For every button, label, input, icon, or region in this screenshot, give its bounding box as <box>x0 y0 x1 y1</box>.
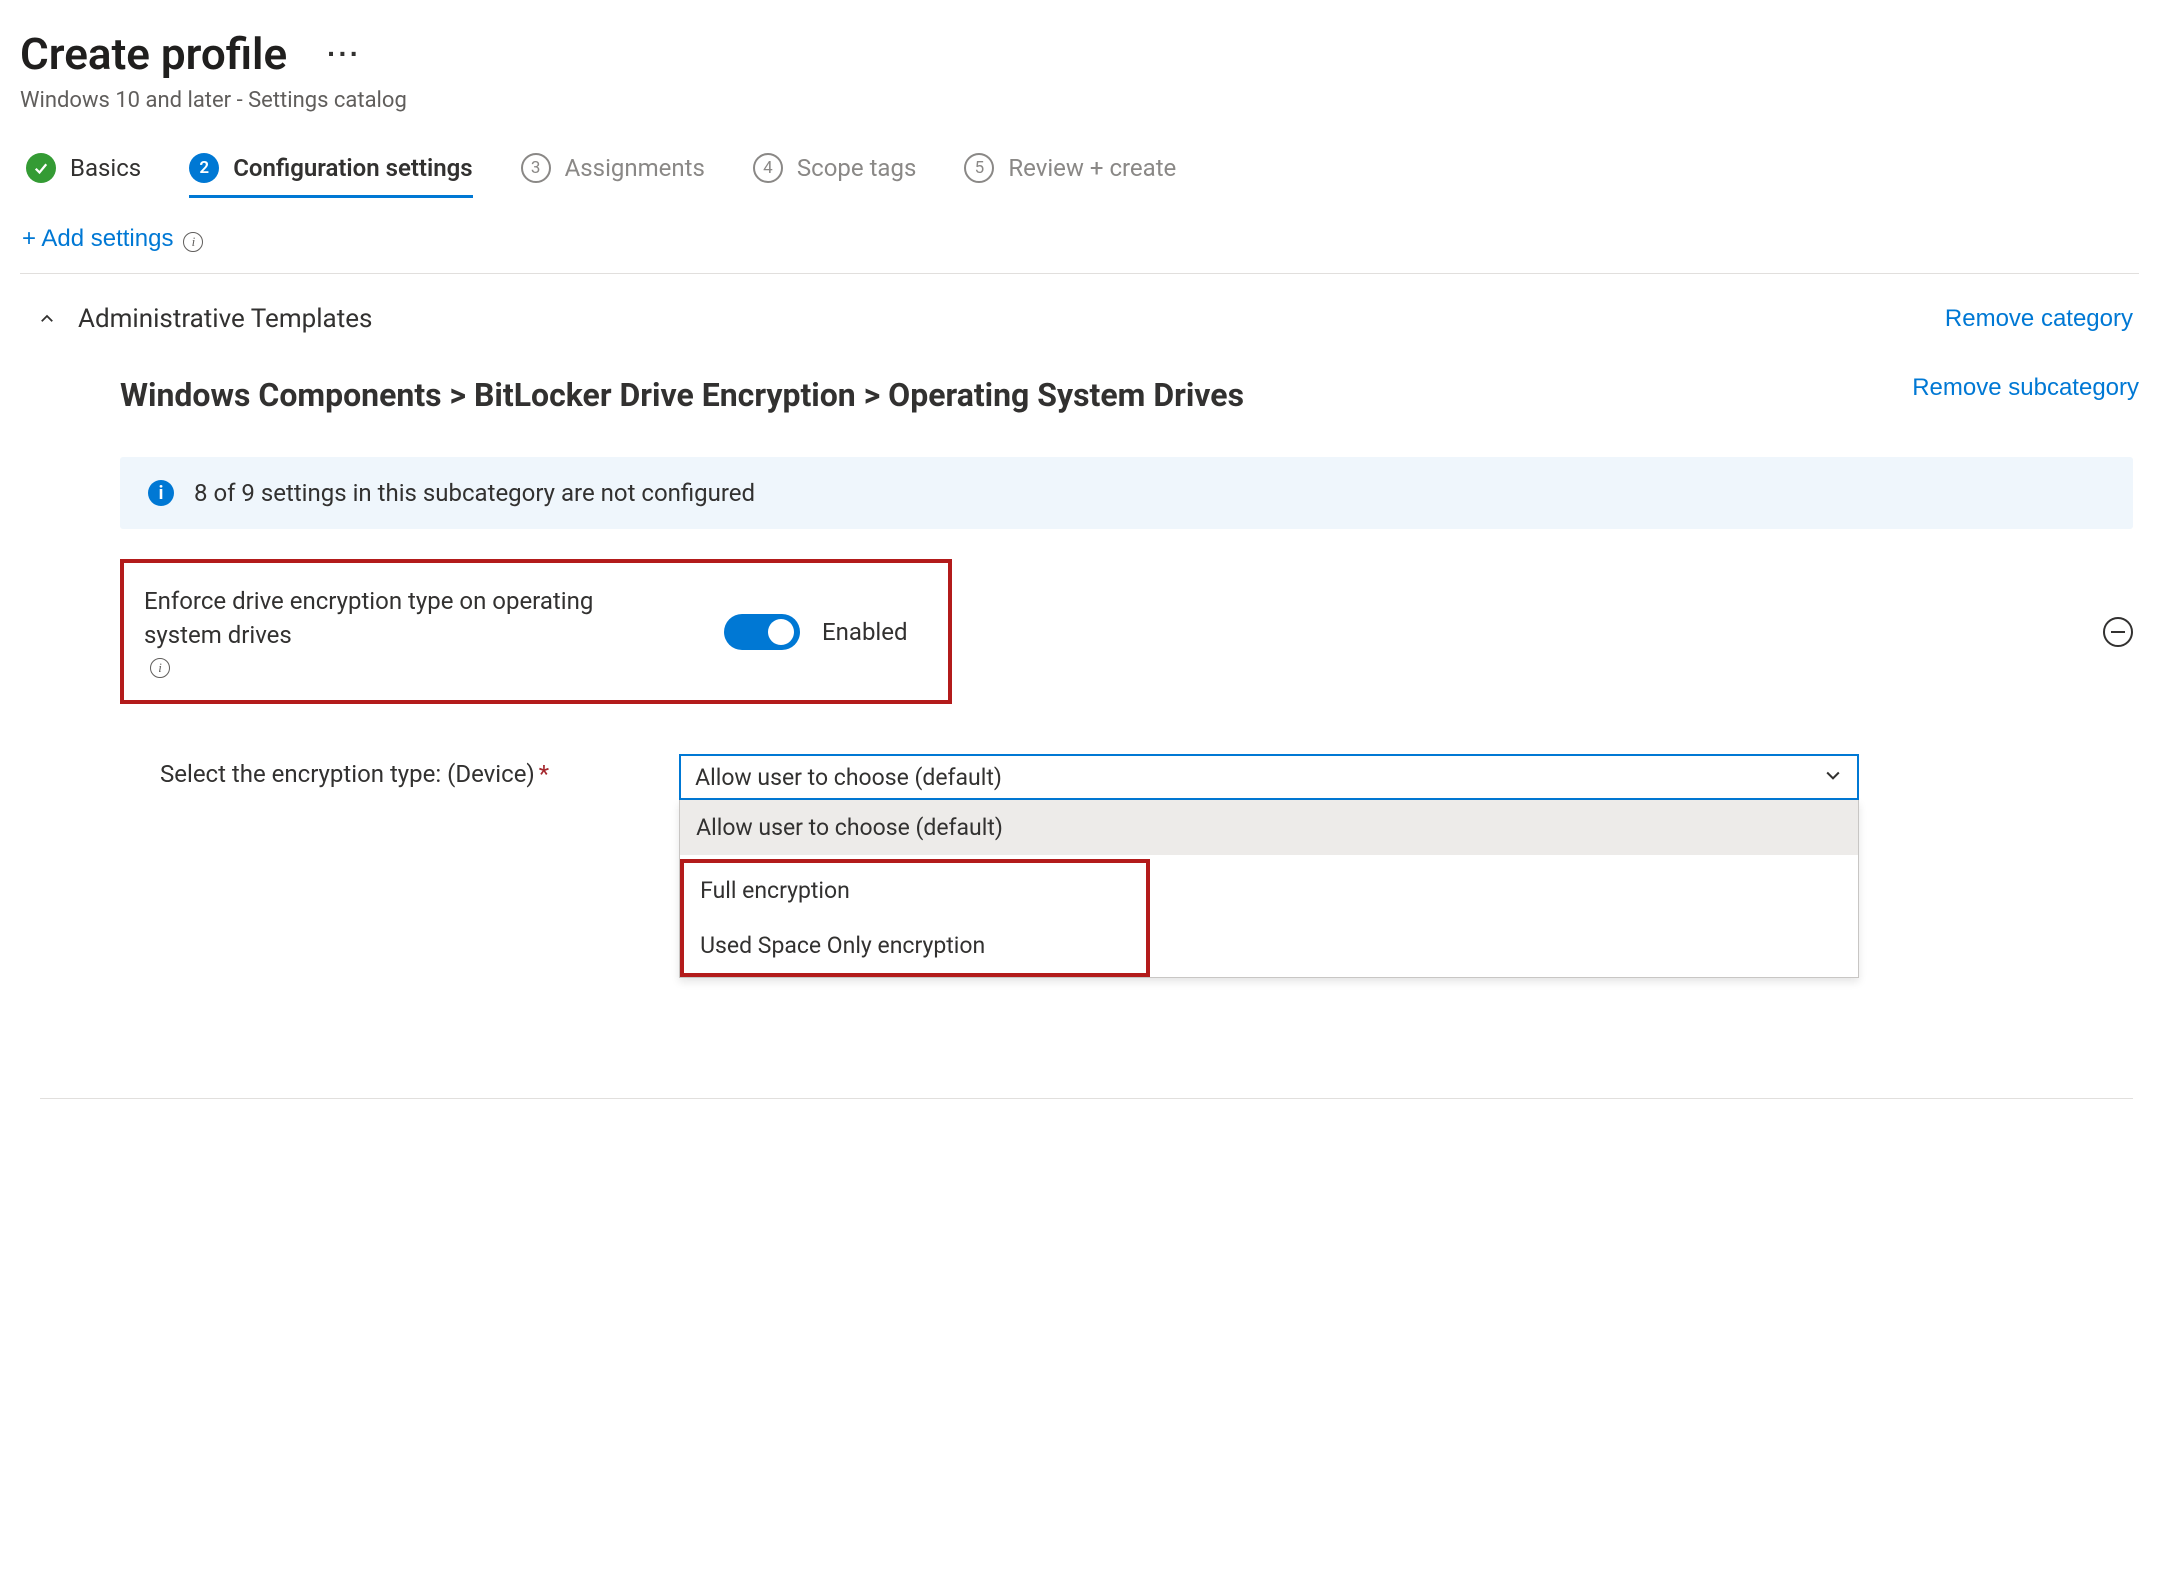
dropdown-option[interactable]: Full encryption <box>684 863 1146 918</box>
info-icon[interactable]: i <box>183 232 203 252</box>
unconfigured-notice: i 8 of 9 settings in this subcategory ar… <box>120 457 2133 529</box>
notice-text: 8 of 9 settings in this subcategory are … <box>194 479 755 507</box>
toggle-state-label: Enabled <box>822 618 908 646</box>
step-review-create[interactable]: 5 Review + create <box>964 153 1176 195</box>
enabled-toggle[interactable] <box>724 614 800 650</box>
step-number-icon: 4 <box>753 153 783 183</box>
divider <box>20 273 2139 274</box>
dropdown-list: Allow user to choose (default) Full encr… <box>679 800 1859 978</box>
step-label: Configuration settings <box>233 154 472 182</box>
info-icon[interactable]: i <box>150 658 170 678</box>
page-header: Create profile ··· Windows 10 and later … <box>20 28 2139 113</box>
wizard-stepper: Basics 2 Configuration settings 3 Assign… <box>20 153 2139 195</box>
add-settings-button[interactable]: + Add settings <box>22 225 173 253</box>
setting-row: Enforce drive encryption type on operati… <box>120 559 2133 704</box>
chevron-up-icon[interactable] <box>38 310 56 328</box>
step-number-icon: 5 <box>964 153 994 183</box>
setting-label: Enforce drive encryption type on operati… <box>144 585 664 678</box>
step-assignments[interactable]: 3 Assignments <box>521 153 705 195</box>
encryption-type-field: Select the encryption type: (Device)* Al… <box>160 754 2133 978</box>
step-label: Assignments <box>565 154 705 182</box>
step-configuration-settings[interactable]: 2 Configuration settings <box>189 153 472 198</box>
dropdown-option[interactable]: Allow user to choose (default) <box>680 800 1858 855</box>
page-subtitle: Windows 10 and later - Settings catalog <box>20 88 2139 113</box>
remove-category-button[interactable]: Remove category <box>1945 305 2133 333</box>
step-basics[interactable]: Basics <box>26 153 141 195</box>
encryption-type-dropdown[interactable]: Allow user to choose (default) <box>679 754 1859 800</box>
required-indicator: * <box>539 760 549 788</box>
minus-icon <box>2111 631 2125 633</box>
subcategory-header: Windows Components > BitLocker Drive Enc… <box>120 374 2139 417</box>
category-title: Administrative Templates <box>78 304 372 334</box>
divider <box>40 1098 2133 1099</box>
step-label: Scope tags <box>797 154 916 182</box>
info-filled-icon: i <box>148 480 174 506</box>
step-number-icon: 2 <box>189 153 219 183</box>
dropdown-option[interactable]: Used Space Only encryption <box>684 918 1146 973</box>
step-scope-tags[interactable]: 4 Scope tags <box>753 153 916 195</box>
highlighted-setting: Enforce drive encryption type on operati… <box>120 559 952 704</box>
page-title: Create profile <box>20 28 287 80</box>
dropdown-selected-value: Allow user to choose (default) <box>695 764 1002 791</box>
check-icon <box>26 153 56 183</box>
remove-subcategory-button[interactable]: Remove subcategory <box>1912 374 2139 402</box>
add-settings-label: + Add settings <box>22 225 173 253</box>
step-label: Basics <box>70 154 141 182</box>
remove-setting-button[interactable] <box>2103 617 2133 647</box>
highlighted-options: Full encryption Used Space Only encrypti… <box>680 859 1150 977</box>
subcategory-title: Windows Components > BitLocker Drive Enc… <box>120 374 1244 417</box>
dropdown-label: Select the encryption type: (Device)* <box>160 754 549 788</box>
more-actions-button[interactable]: ··· <box>317 34 371 74</box>
step-number-icon: 3 <box>521 153 551 183</box>
step-label: Review + create <box>1008 154 1176 182</box>
toggle-knob <box>768 619 794 645</box>
category-header: Administrative Templates Remove category <box>20 304 2139 334</box>
chevron-down-icon <box>1823 764 1843 791</box>
